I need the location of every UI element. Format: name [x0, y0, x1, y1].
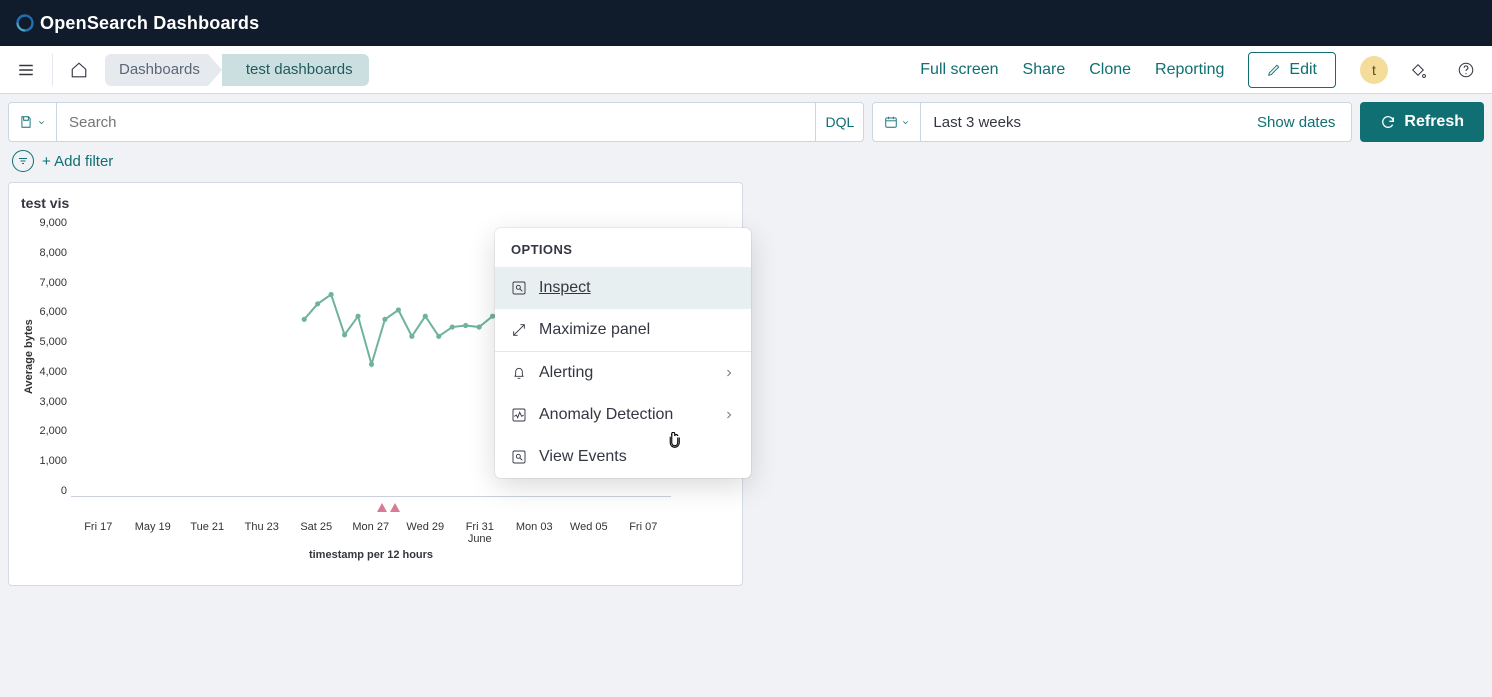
panel-options-menu: OPTIONS Inspect Maximize panel Alerting …	[495, 228, 751, 478]
filter-icon	[17, 155, 29, 167]
query-bar: DQL Last 3 weeks Show dates Refresh	[8, 102, 1484, 142]
x-axis-label: timestamp per 12 hours	[71, 549, 671, 561]
clone-link[interactable]: Clone	[1089, 61, 1131, 79]
home-icon	[70, 61, 88, 79]
chevron-right-icon	[723, 409, 735, 421]
filter-bar: + Add filter	[8, 142, 1484, 182]
menu-toggle-button[interactable]	[8, 52, 44, 88]
appearance-button[interactable]	[1400, 52, 1436, 88]
breadcrumb-current: test dashboards	[222, 54, 369, 86]
dql-toggle[interactable]: DQL	[815, 103, 863, 141]
chevron-right-icon	[723, 367, 735, 379]
calendar-icon	[884, 115, 898, 129]
y-axis-label: Average bytes	[21, 217, 37, 497]
saved-queries-button[interactable]	[9, 103, 57, 141]
save-icon	[19, 115, 33, 129]
avatar[interactable]: t	[1360, 56, 1388, 84]
global-header: OpenSearch Dashboards	[0, 0, 1492, 46]
edit-button[interactable]: Edit	[1248, 52, 1336, 88]
filter-options-button[interactable]	[12, 150, 34, 172]
inspect-icon	[511, 449, 527, 465]
app-title: OpenSearch Dashboards	[40, 13, 259, 34]
refresh-button[interactable]: Refresh	[1360, 102, 1484, 142]
inspect-icon	[511, 280, 527, 296]
reporting-link[interactable]: Reporting	[1155, 61, 1224, 79]
nav-divider	[52, 54, 53, 86]
annotation-marker-icon	[377, 503, 387, 512]
menu-item-inspect[interactable]: Inspect	[495, 267, 751, 309]
time-quick-select[interactable]	[873, 103, 921, 141]
paint-bucket-icon	[1409, 61, 1427, 79]
home-button[interactable]	[61, 52, 97, 88]
chevron-down-icon	[901, 118, 910, 127]
search-input[interactable]	[57, 103, 815, 141]
breadcrumb: Dashboards test dashboards	[105, 54, 369, 86]
help-button[interactable]	[1448, 52, 1484, 88]
panel-title: test vis	[21, 195, 730, 211]
full-screen-link[interactable]: Full screen	[920, 61, 998, 79]
bell-icon	[511, 365, 527, 381]
breadcrumb-dashboards[interactable]: Dashboards	[105, 54, 208, 86]
app-logo[interactable]: OpenSearch Dashboards	[16, 13, 259, 34]
show-dates-link[interactable]: Show dates	[1241, 103, 1351, 141]
x-axis-ticks: Fri 17 May 19 Tue 21 Thu 23 Sat 25 Mon 2…	[71, 521, 671, 545]
secondary-nav: Dashboards test dashboards Full screen S…	[0, 46, 1492, 94]
opensearch-icon	[16, 14, 34, 32]
annotation-marker-icon	[390, 503, 400, 512]
add-filter-link[interactable]: + Add filter	[42, 153, 113, 170]
share-link[interactable]: Share	[1023, 61, 1066, 79]
menu-item-maximize[interactable]: Maximize panel	[495, 309, 751, 351]
menu-header: OPTIONS	[495, 228, 751, 267]
help-icon	[1457, 61, 1475, 79]
annotation-markers	[71, 497, 671, 515]
y-axis-ticks: 9,000 8,000 7,000 6,000 5,000 4,000 3,00…	[37, 217, 71, 497]
expand-icon	[511, 322, 527, 338]
menu-item-alerting[interactable]: Alerting	[495, 351, 751, 394]
menu-item-view-events[interactable]: View Events	[495, 436, 751, 478]
pencil-icon	[1267, 63, 1281, 77]
time-value[interactable]: Last 3 weeks	[921, 103, 1241, 141]
hamburger-icon	[17, 61, 35, 79]
refresh-icon	[1380, 114, 1396, 130]
menu-item-anomaly[interactable]: Anomaly Detection	[495, 394, 751, 436]
time-picker: Last 3 weeks Show dates	[872, 102, 1352, 142]
chevron-down-icon	[37, 118, 46, 127]
anomaly-icon	[511, 407, 527, 423]
